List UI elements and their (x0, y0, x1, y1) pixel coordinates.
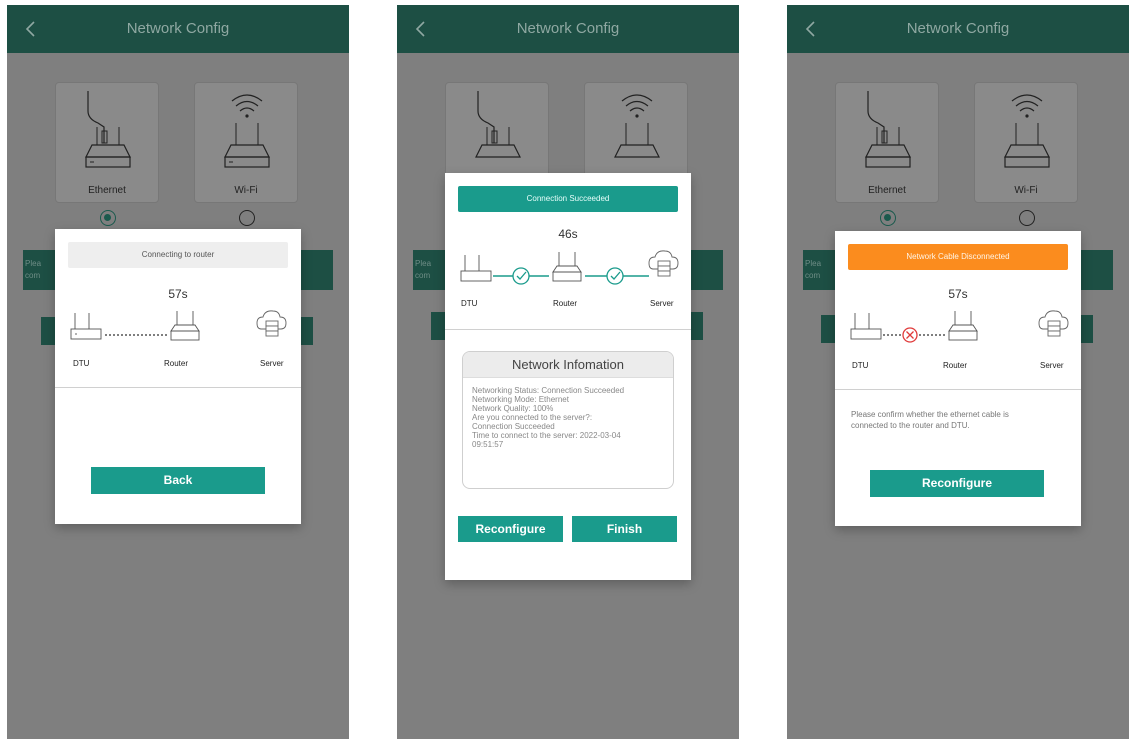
screen-disconnected: Network Config Ethernet Wi-Fi Plea com N… (787, 5, 1129, 739)
status-banner: Network Cable Disconnected (848, 244, 1068, 270)
dtu-icon (850, 313, 882, 340)
info-line: Networking Mode: Ethernet (472, 395, 569, 404)
info-heading: Network Infomation (463, 352, 673, 378)
ethernet-label: Ethernet (88, 185, 126, 196)
wifi-option-card[interactable]: Wi-Fi (974, 82, 1078, 203)
divider (445, 329, 691, 330)
ethernet-option-card[interactable]: Ethernet (835, 82, 939, 203)
back-button[interactable]: Back (91, 467, 265, 494)
info-line: Connection Succeeded (472, 422, 555, 431)
info-line: Networking Status: Connection Succeeded (472, 386, 625, 395)
info-line: 09:51:57 (472, 440, 504, 449)
server-cloud-icon (648, 250, 679, 277)
ethernet-option-card[interactable]: Ethernet (55, 82, 159, 203)
countdown-timer: 46s (558, 227, 578, 241)
server-cloud-icon (1038, 310, 1069, 337)
page-title: Network Config (126, 20, 230, 37)
message-line: connected to the router and DTU. (851, 421, 970, 430)
server-cloud-icon (256, 310, 287, 337)
ethernet-radio[interactable] (100, 210, 116, 226)
divider (55, 387, 301, 388)
network-info-panel: Network Infomation Networking Status: Co… (462, 351, 674, 489)
app-bar: Network Config (397, 5, 739, 53)
server-label: Server (1040, 361, 1064, 370)
wifi-router-icon (585, 83, 687, 183)
router-label: Router (164, 359, 189, 368)
wifi-radio[interactable] (239, 210, 255, 226)
dtu-icon (70, 313, 102, 340)
hint-text-fragment: Plea (415, 259, 432, 268)
router-icon (948, 311, 978, 341)
dtu-label: DTU (73, 359, 90, 368)
reconfigure-button[interactable]: Reconfigure (870, 470, 1044, 497)
ethernet-router-icon (56, 83, 158, 183)
wifi-label: Wi-Fi (234, 185, 258, 196)
divider (835, 389, 1081, 390)
countdown-timer: 57s (948, 287, 968, 301)
dtu-label: DTU (852, 361, 869, 370)
dtu-label: DTU (461, 299, 478, 308)
ethernet-router-icon (836, 83, 938, 183)
check-circle-icon (512, 267, 530, 285)
screen-connecting: Network Config Ethernet Wi-Fi Plea com C… (7, 5, 349, 739)
reconfigure-button[interactable]: Reconfigure (458, 516, 563, 542)
wifi-router-icon (975, 83, 1077, 183)
router-icon (170, 311, 200, 341)
finish-button[interactable]: Finish (572, 516, 677, 542)
ethernet-router-icon (446, 83, 548, 183)
connection-diagram (455, 249, 681, 289)
countdown-timer: 57s (168, 287, 188, 301)
ethernet-radio[interactable] (880, 210, 896, 226)
hint-text-fragment: com (805, 271, 821, 280)
server-label: Server (260, 359, 284, 368)
server-label: Server (650, 299, 674, 308)
wifi-router-icon (195, 83, 297, 183)
router-label: Router (553, 299, 578, 308)
ethernet-label: Ethernet (868, 185, 906, 196)
app-bar: Network Config (787, 5, 1129, 53)
wifi-label: Wi-Fi (1014, 185, 1038, 196)
check-circle-icon (606, 267, 624, 285)
status-banner: Connection Succeeded (458, 186, 678, 212)
hint-text-fragment: com (25, 271, 41, 280)
success-dialog: Connection Succeeded 46s DTU Router Serv… (445, 173, 691, 580)
page-title: Network Config (906, 20, 1010, 37)
connecting-dialog: Connecting to router 57s DTU Router Serv… (55, 229, 301, 524)
info-line: Are you connected to the server?: (472, 413, 593, 422)
connection-diagram (845, 307, 1071, 347)
disconnected-dialog: Network Cable Disconnected 57s DTU Route… (835, 231, 1081, 526)
hint-text-fragment: Plea (25, 259, 42, 268)
page-title: Network Config (516, 20, 620, 37)
info-line: Time to connect to the server: 2022-03-0… (472, 431, 621, 440)
router-label: Router (943, 361, 968, 370)
hint-text-fragment: com (415, 271, 431, 280)
hint-text-fragment: Plea (805, 259, 822, 268)
info-line: Network Quality: 100% (472, 404, 554, 413)
status-banner: Connecting to router (68, 242, 288, 268)
app-bar: Network Config (7, 5, 349, 53)
wifi-option-card[interactable]: Wi-Fi (194, 82, 298, 203)
screen-success: Network Config Plea com Connection Succe… (397, 5, 739, 739)
router-icon (552, 252, 582, 282)
message-line: Please confirm whether the ethernet cabl… (851, 410, 1009, 419)
connection-diagram (65, 307, 291, 347)
error-x-icon (902, 327, 918, 343)
wifi-radio[interactable] (1019, 210, 1035, 226)
dtu-icon (460, 255, 492, 282)
error-message: Please confirm whether the ethernet cabl… (851, 409, 1067, 431)
